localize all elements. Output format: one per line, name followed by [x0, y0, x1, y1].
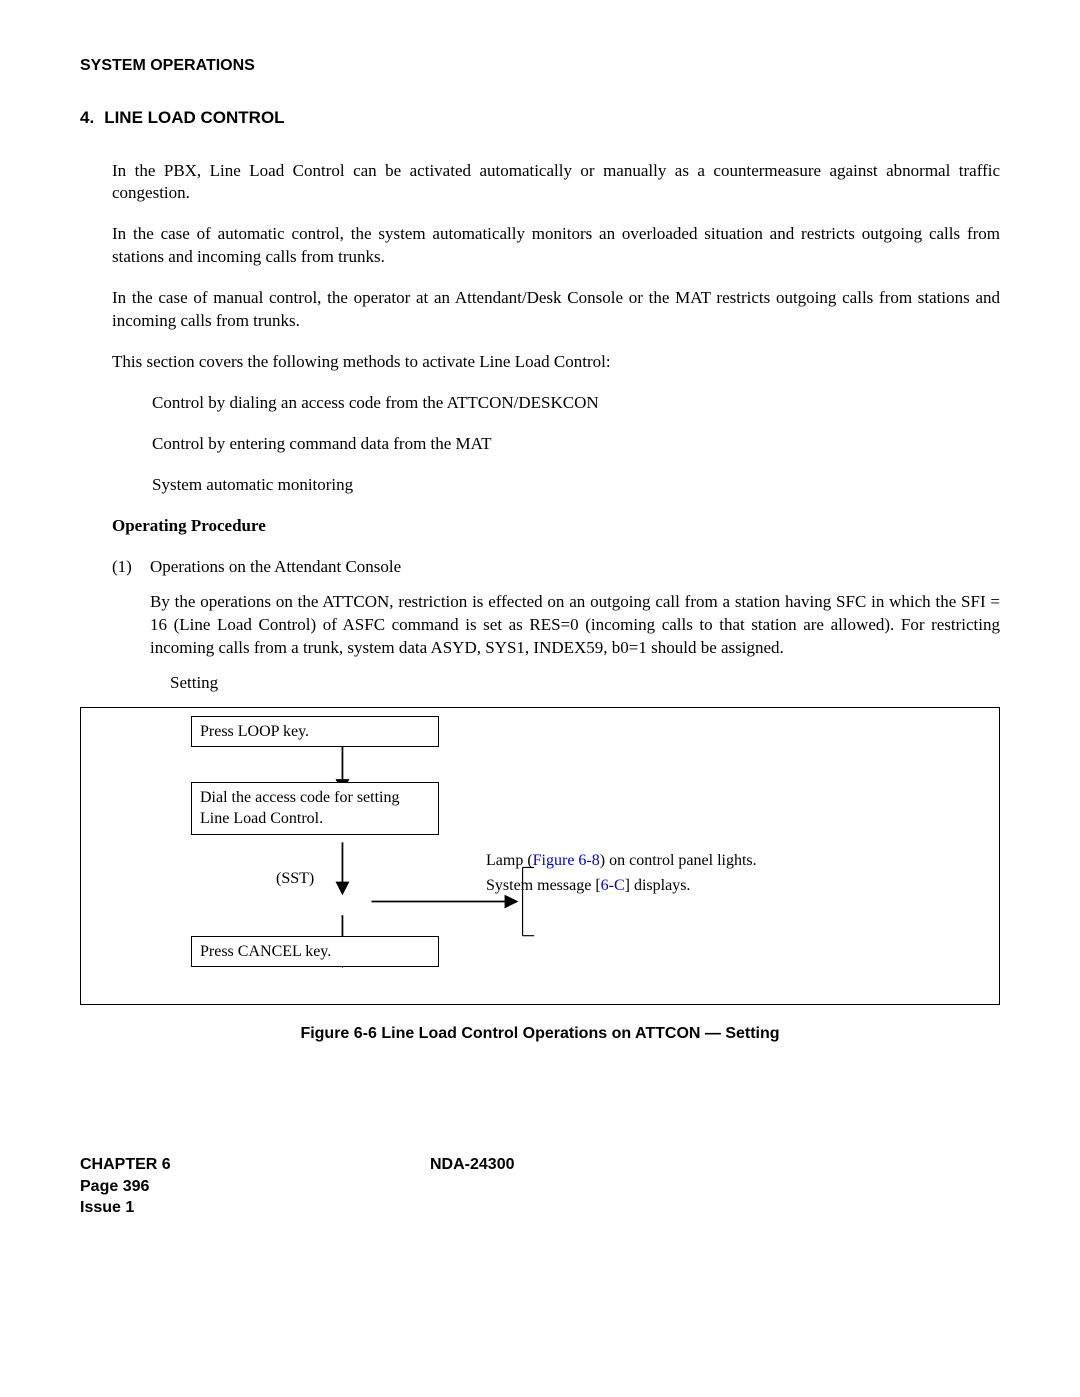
flow-step: Dial the access code for setting Line Lo…: [191, 782, 439, 835]
section-number: 4.: [80, 107, 94, 130]
flow-step: Press CANCEL key.: [191, 936, 439, 968]
procedure-body: By the operations on the ATTCON, restric…: [150, 591, 1000, 660]
flow-step: Press LOOP key.: [191, 716, 439, 748]
annotation-text: ) on control panel lights.: [600, 852, 757, 869]
flow-diagram: Press LOOP key. Dial the access code for…: [80, 707, 1000, 1005]
annotation-text: System message [: [486, 877, 601, 894]
figure-caption: Figure 6-6 Line Load Control Operations …: [80, 1023, 1000, 1045]
flow-label: (SST): [276, 868, 314, 890]
bullet-item: Control by dialing an access code from t…: [152, 392, 1000, 415]
bullet-item: Control by entering command data from th…: [152, 433, 1000, 456]
page-footer: NDA-24300 CHAPTER 6 Page 396 Issue 1: [80, 1154, 1000, 1219]
issue-number: Issue 1: [80, 1197, 1000, 1219]
figure-link[interactable]: Figure 6-8: [533, 852, 600, 869]
paragraph: In the case of automatic control, the sy…: [112, 223, 1000, 269]
bullet-list: Control by dialing an access code from t…: [152, 392, 1000, 497]
section-title-text: LINE LOAD CONTROL: [104, 107, 284, 130]
page-number: Page 396: [80, 1176, 1000, 1198]
doc-id: NDA-24300: [430, 1154, 514, 1176]
flow-annotation: Lamp (Figure 6-8) on control panel light…: [486, 848, 766, 899]
section-heading: 4. LINE LOAD CONTROL: [80, 107, 1000, 130]
annotation-text: ] displays.: [625, 877, 691, 894]
chapter-label: CHAPTER 6: [80, 1154, 1000, 1176]
setting-label: Setting: [170, 672, 1000, 695]
procedure-item: (1) Operations on the Attendant Console …: [112, 556, 1000, 660]
paragraph: In the case of manual control, the opera…: [112, 287, 1000, 333]
subheading: Operating Procedure: [112, 515, 1000, 538]
page-header: SYSTEM OPERATIONS: [80, 55, 1000, 77]
paragraph: This section covers the following method…: [112, 351, 1000, 374]
message-link[interactable]: 6-C: [601, 877, 625, 894]
paragraph: In the PBX, Line Load Control can be act…: [112, 160, 1000, 206]
annotation-text: Lamp (: [486, 852, 533, 869]
procedure-number: (1): [112, 556, 150, 660]
bullet-item: System automatic monitoring: [152, 474, 1000, 497]
procedure-title: Operations on the Attendant Console: [150, 556, 1000, 579]
